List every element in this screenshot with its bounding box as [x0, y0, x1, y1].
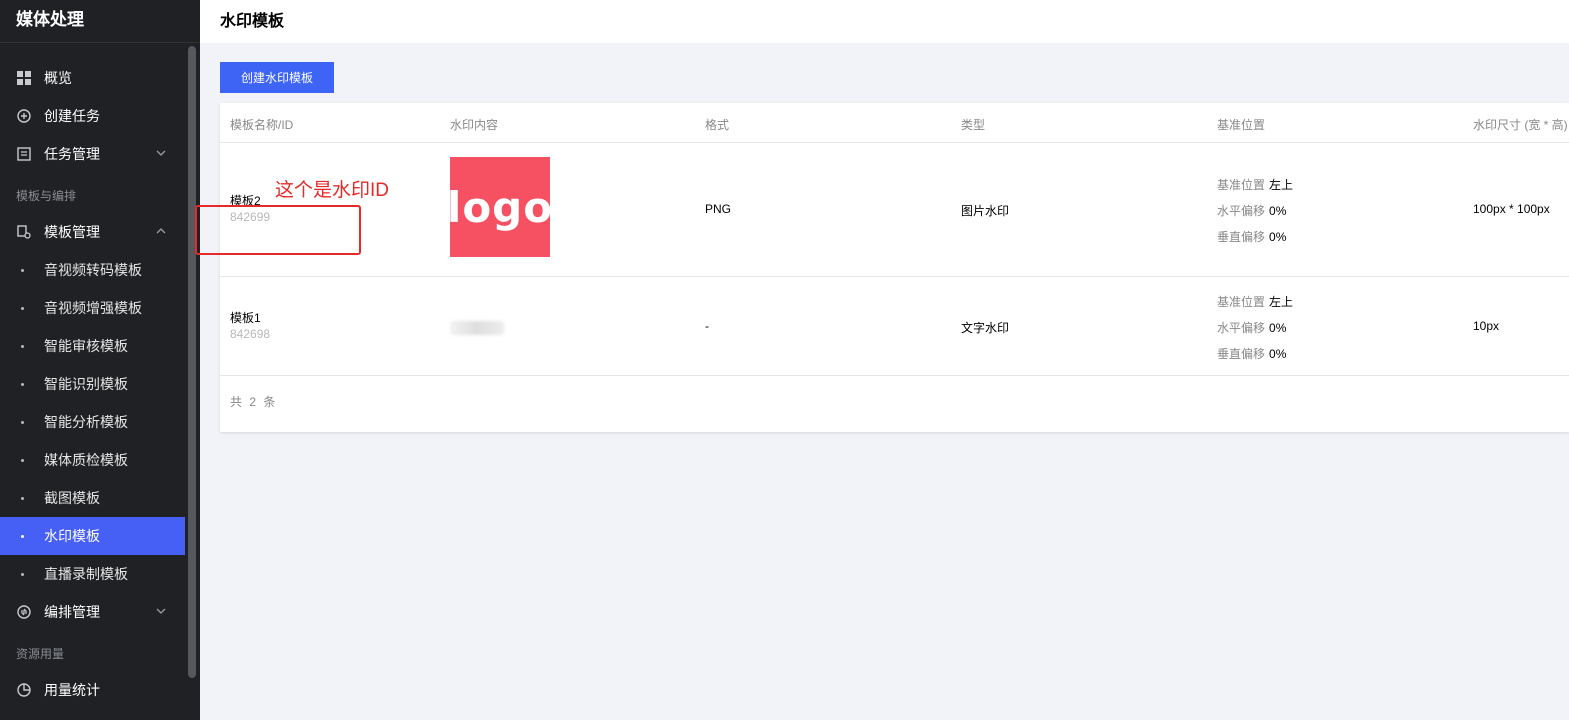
column-header-position: 基准位置	[1217, 118, 1266, 132]
orchestration-icon	[17, 605, 31, 619]
sidebar-scrollbar[interactable]	[188, 46, 196, 678]
watermark-logo-image: logo	[446, 157, 554, 257]
template-icon	[17, 225, 31, 239]
document-icon	[17, 147, 31, 161]
row-divider	[220, 375, 1569, 376]
sidebar-item-live-record-template[interactable]: 直播录制模板	[0, 555, 185, 593]
logo-text: logo	[446, 182, 554, 232]
type-value: 图片水印	[961, 204, 1010, 218]
sidebar-item-label: 模板管理	[44, 224, 100, 240]
sidebar-divider	[0, 42, 200, 43]
annotation-highlight-box	[195, 205, 361, 255]
horizontal-offset: 水平偏移 0%	[1217, 204, 1287, 218]
sidebar-item-create-task[interactable]: 创建任务	[0, 97, 185, 135]
vertical-offset: 垂直偏移 0%	[1217, 347, 1287, 361]
bullet-icon	[21, 497, 24, 500]
sidebar-item-label: 编排管理	[44, 604, 100, 620]
sidebar-item-label: 智能分析模板	[44, 414, 128, 430]
blurred-text-content	[450, 321, 504, 335]
sidebar-item-label: 智能审核模板	[44, 338, 128, 354]
sidebar-item-label: 截图模板	[44, 490, 100, 506]
sidebar-item-label: 用量统计	[44, 682, 100, 698]
sidebar-item-label: 音视频增强模板	[44, 300, 142, 316]
row-divider	[220, 276, 1569, 277]
sidebar-item-review-template[interactable]: 智能审核模板	[0, 327, 185, 365]
format-value: -	[705, 319, 709, 333]
bullet-icon	[21, 383, 24, 386]
sidebar-item-label: 概览	[44, 70, 72, 86]
sidebar-item-recognition-template[interactable]: 智能识别模板	[0, 365, 185, 403]
sidebar-item-template-manage[interactable]: 模板管理	[0, 213, 185, 251]
base-position: 基准位置 左上	[1217, 178, 1294, 192]
grid-icon	[17, 71, 31, 85]
column-header-content: 水印内容	[450, 118, 499, 132]
sidebar-item-overview[interactable]: 概览	[0, 59, 185, 97]
chevron-down-icon	[156, 608, 166, 614]
bullet-icon	[21, 421, 24, 424]
column-header-type: 类型	[961, 118, 986, 132]
chevron-down-icon	[156, 150, 166, 156]
horizontal-offset: 水平偏移 0%	[1217, 321, 1287, 335]
sidebar-item-label: 媒体质检模板	[44, 452, 128, 468]
bullet-icon	[21, 459, 24, 462]
base-position: 基准位置 左上	[1217, 295, 1294, 309]
sidebar-item-label: 任务管理	[44, 146, 100, 162]
sidebar-item-enhance-template[interactable]: 音视频增强模板	[0, 289, 185, 327]
plus-circle-icon	[17, 109, 31, 123]
sidebar-item-quality-template[interactable]: 媒体质检模板	[0, 441, 185, 479]
column-header-name: 模板名称/ID	[230, 118, 294, 132]
sidebar-title: 媒体处理	[16, 10, 84, 29]
sidebar: 媒体处理 概览 创建任务 任务管理 模板与编排 模板管理 音视频转码模板 音视频…	[0, 0, 200, 720]
annotation-text: 这个是水印ID	[275, 180, 390, 201]
page-title: 水印模板	[220, 13, 285, 30]
sidebar-item-transcode-template[interactable]: 音视频转码模板	[0, 251, 185, 289]
pie-chart-icon	[17, 683, 31, 697]
sidebar-item-usage[interactable]: 用量统计	[0, 671, 185, 709]
chevron-up-icon	[156, 228, 166, 234]
page-header: 水印模板	[200, 0, 1569, 43]
sidebar-item-label: 直播录制模板	[44, 566, 128, 582]
bullet-icon	[21, 345, 24, 348]
template-name: 模板1	[230, 311, 261, 325]
sidebar-item-analysis-template[interactable]: 智能分析模板	[0, 403, 185, 441]
type-value: 文字水印	[961, 321, 1010, 335]
sidebar-item-task-manage[interactable]: 任务管理	[0, 135, 185, 173]
sidebar-item-label: 智能识别模板	[44, 376, 128, 392]
sidebar-item-label: 音视频转码模板	[44, 262, 142, 278]
sidebar-item-snapshot-template[interactable]: 截图模板	[0, 479, 185, 517]
header-divider	[220, 142, 1569, 143]
vertical-offset: 垂直偏移 0%	[1217, 230, 1287, 244]
sidebar-item-label: 创建任务	[44, 108, 100, 124]
format-value: PNG	[705, 202, 732, 216]
sidebar-item-label: 水印模板	[44, 528, 100, 544]
sidebar-item-orchestration[interactable]: 编排管理	[0, 593, 185, 631]
sidebar-item-watermark-template[interactable]: 水印模板	[0, 517, 185, 555]
bullet-icon	[21, 269, 24, 272]
template-table: 模板名称/ID 水印内容 格式 类型 基准位置 水印尺寸 (宽 * 高) 模板2…	[220, 103, 1569, 432]
section-label-resources: 资源用量	[16, 647, 65, 661]
template-id: 842698	[230, 327, 271, 341]
column-header-size: 水印尺寸 (宽 * 高)	[1473, 118, 1568, 132]
column-header-format: 格式	[705, 118, 730, 132]
size-value: 100px * 100px	[1473, 202, 1550, 216]
create-watermark-template-button[interactable]: 创建水印模板	[220, 62, 334, 93]
total-count: 共 2 条	[230, 395, 278, 409]
bullet-icon	[21, 573, 24, 576]
bullet-icon	[21, 307, 24, 310]
size-value: 10px	[1473, 319, 1500, 333]
section-label-templates: 模板与编排	[16, 189, 77, 203]
bullet-icon	[21, 535, 24, 538]
